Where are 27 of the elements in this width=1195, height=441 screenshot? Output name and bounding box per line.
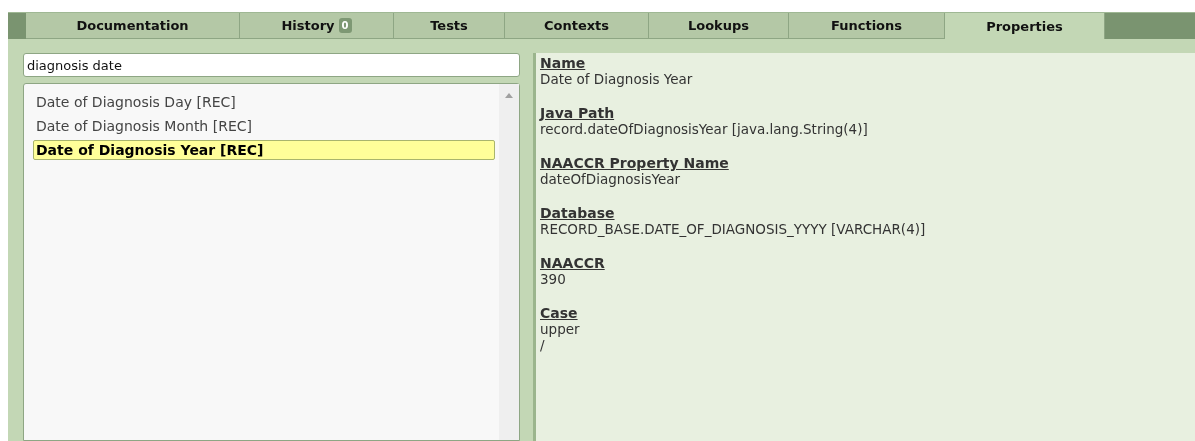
tab[interactable]: Lookups xyxy=(649,13,789,39)
property-value: dateOfDiagnosisYear xyxy=(540,171,681,187)
count-badge: 0 xyxy=(338,18,352,33)
property-label: Java Path xyxy=(540,105,615,121)
property-value: 390 xyxy=(540,271,566,287)
tab[interactable]: Contexts xyxy=(505,13,649,39)
list-item[interactable]: Date of Diagnosis Year [REC] xyxy=(33,140,495,160)
property-label: Name xyxy=(540,55,586,71)
property-label: Database xyxy=(540,205,615,221)
tab[interactable]: Properties xyxy=(945,13,1105,39)
property-value: / xyxy=(540,337,545,353)
tab[interactable]: History 0 xyxy=(240,13,394,39)
property-value: Date of Diagnosis Year xyxy=(540,71,693,87)
tab[interactable]: Documentation xyxy=(26,13,240,39)
property-value: record.dateOfDiagnosisYear [java.lang.String(4)] xyxy=(540,121,868,137)
property-value: upper xyxy=(540,321,580,337)
tab[interactable]: Tests xyxy=(394,13,505,39)
search-field[interactable]: diagnosis date xyxy=(23,53,520,77)
list-item[interactable]: Date of Diagnosis Month [REC] xyxy=(33,116,495,136)
property-value: RECORD_BASE.DATE_OF_DIAGNOSIS_YYYY [VARCHAR(4)] xyxy=(540,221,926,237)
scroll-up-icon[interactable] xyxy=(505,93,513,98)
list-item[interactable]: Date of Diagnosis Day [REC] xyxy=(33,92,495,112)
tab[interactable]: Functions xyxy=(789,13,945,39)
property-label: NAACCR xyxy=(540,255,605,271)
scrollbar[interactable] xyxy=(499,84,519,440)
property-label: Case xyxy=(540,305,578,321)
property-label: NAACCR Property Name xyxy=(540,155,729,171)
